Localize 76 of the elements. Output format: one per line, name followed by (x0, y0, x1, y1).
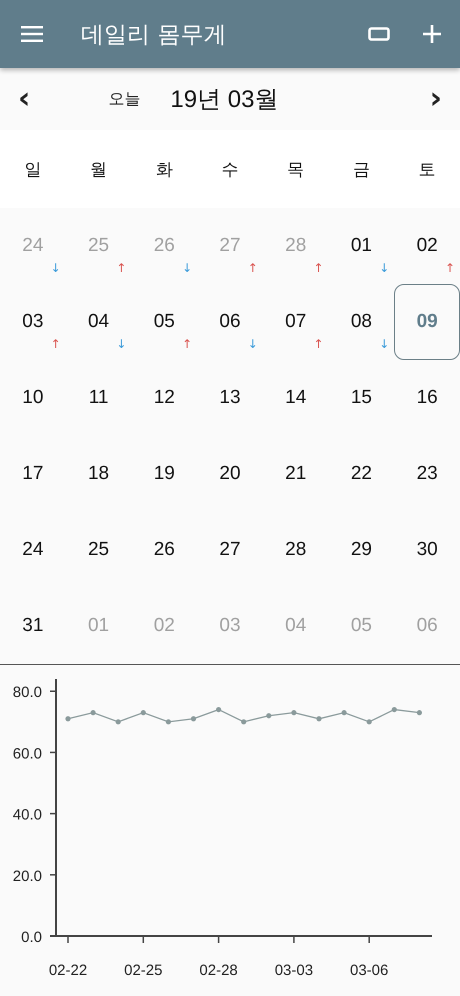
calendar-day[interactable]: 11 (66, 360, 132, 436)
trend-arrow: ↓ (379, 338, 390, 350)
weekday-label: 일 (23, 158, 42, 180)
data-point (65, 716, 71, 722)
calendar-day[interactable]: 25 (66, 512, 132, 588)
previous-month-button[interactable]: ‹ (0, 84, 48, 114)
y-tick-label: 60.0 (12, 745, 42, 762)
y-tick-label: 80.0 (12, 684, 42, 702)
trend-arrow: ↑ (248, 262, 258, 274)
weekday-label: 금 (352, 158, 371, 180)
weekday-label: 토 (418, 158, 437, 180)
weekday-label: 목 (286, 158, 306, 180)
trend-arrow: ↓ (379, 262, 390, 274)
calendar-day[interactable]: 22 (328, 436, 394, 512)
trend-arrow: ↑ (314, 262, 324, 274)
calendar-day[interactable]: 17 (0, 436, 66, 512)
weekday-label: 수 (220, 158, 240, 180)
y-tick-label: 20.0 (12, 868, 42, 885)
calendar-day[interactable]: 30 (394, 512, 460, 588)
calendar-day[interactable]: 20 (197, 436, 263, 512)
data-point (241, 719, 246, 724)
calendar-day[interactable]: 19 (131, 436, 198, 512)
data-point (166, 719, 171, 724)
menu-icon[interactable] (21, 25, 43, 43)
calendar-day[interactable]: 15 (328, 360, 394, 436)
calendar-day[interactable]: 26 (131, 512, 198, 588)
trend-arrow: ↓ (248, 338, 258, 350)
data-point (392, 707, 397, 712)
calendar-day[interactable]: 09 (394, 284, 460, 360)
trend-arrow: ↑ (182, 338, 192, 350)
trend-arrow: ↑ (314, 338, 324, 350)
calendar-day[interactable]: 31 (0, 588, 66, 664)
data-point (366, 719, 372, 724)
y-tick-label: 40.0 (12, 806, 42, 824)
calendar-day[interactable]: 12 (131, 360, 198, 436)
trend-arrow: ↓ (182, 262, 192, 274)
x-tick-label: 02-22 (48, 962, 88, 979)
weekday-label: 월 (89, 158, 108, 180)
trend-arrow: ↑ (50, 338, 61, 350)
next-month-button[interactable]: › (412, 84, 460, 114)
x-tick-label: 03-03 (274, 962, 314, 979)
data-point (116, 719, 121, 724)
x-tick-label: 02-28 (199, 962, 238, 979)
app-title: 데일리 몸무게 (81, 20, 226, 50)
data-point (140, 710, 146, 716)
data-point (291, 710, 296, 716)
data-point (190, 716, 196, 722)
data-point (416, 710, 422, 716)
add-icon[interactable] (422, 24, 442, 44)
calendar-day[interactable]: 29 (328, 512, 394, 588)
calendar-day[interactable]: 23 (394, 436, 460, 512)
calendar-day[interactable]: 27 (197, 512, 263, 588)
data-point (216, 707, 222, 712)
calendar-day[interactable]: 21 (262, 436, 329, 512)
trend-arrow: ↓ (116, 338, 126, 350)
data-point (90, 710, 96, 716)
x-tick-label: 02-25 (124, 962, 162, 979)
trend-arrow: ↑ (444, 262, 455, 274)
y-tick-label: 0.0 (21, 929, 42, 946)
x-tick-label: 03-06 (350, 962, 388, 979)
calendar-day[interactable]: 14 (262, 360, 329, 436)
calendar-day[interactable]: 28 (262, 512, 329, 588)
trend-arrow: ↑ (116, 262, 126, 274)
calendar-day[interactable]: 24 (0, 512, 66, 588)
trend-arrow: ↓ (50, 262, 61, 274)
data-point (316, 716, 322, 722)
today-button[interactable]: 오늘 (108, 88, 140, 110)
data-point (266, 713, 272, 718)
calendar-day[interactable]: 18 (66, 436, 132, 512)
rectangle-icon[interactable] (368, 27, 390, 41)
data-point (342, 710, 347, 716)
calendar-day[interactable]: 13 (197, 360, 263, 436)
calendar-day[interactable]: 10 (0, 360, 66, 436)
calendar-day[interactable]: 16 (394, 360, 460, 436)
month-title: 19년 03월 (170, 85, 278, 115)
weekday-label: 화 (154, 158, 174, 180)
